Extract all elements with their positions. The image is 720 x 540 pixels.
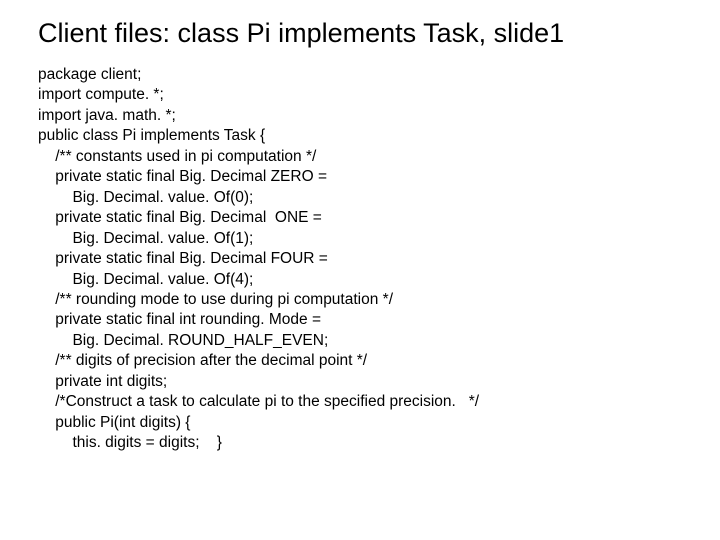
slide-title: Client files: class Pi implements Task, … — [38, 18, 690, 49]
code-line: private static final Big. Decimal ZERO = — [38, 167, 690, 187]
code-line: public Pi(int digits) { — [38, 413, 690, 433]
code-line: private static final int rounding. Mode … — [38, 310, 690, 330]
slide: Client files: class Pi implements Task, … — [0, 0, 720, 464]
code-line: public class Pi implements Task { — [38, 126, 690, 146]
code-line: Big. Decimal. value. Of(4); — [38, 270, 690, 290]
code-line: /** rounding mode to use during pi compu… — [38, 290, 690, 310]
code-line: /** constants used in pi computation */ — [38, 147, 690, 167]
code-block: package client;import compute. *;import … — [38, 65, 690, 454]
code-line: /*Construct a task to calculate pi to th… — [38, 392, 690, 412]
code-line: Big. Decimal. value. Of(0); — [38, 188, 690, 208]
code-line: private static final Big. Decimal FOUR = — [38, 249, 690, 269]
code-line: private static final Big. Decimal ONE = — [38, 208, 690, 228]
code-line: /** digits of precision after the decima… — [38, 351, 690, 371]
code-line: private int digits; — [38, 372, 690, 392]
code-line: package client; — [38, 65, 690, 85]
code-line: Big. Decimal. value. Of(1); — [38, 229, 690, 249]
code-line: import java. math. *; — [38, 106, 690, 126]
code-line: Big. Decimal. ROUND_HALF_EVEN; — [38, 331, 690, 351]
code-line: import compute. *; — [38, 85, 690, 105]
code-line: this. digits = digits; } — [38, 433, 690, 453]
